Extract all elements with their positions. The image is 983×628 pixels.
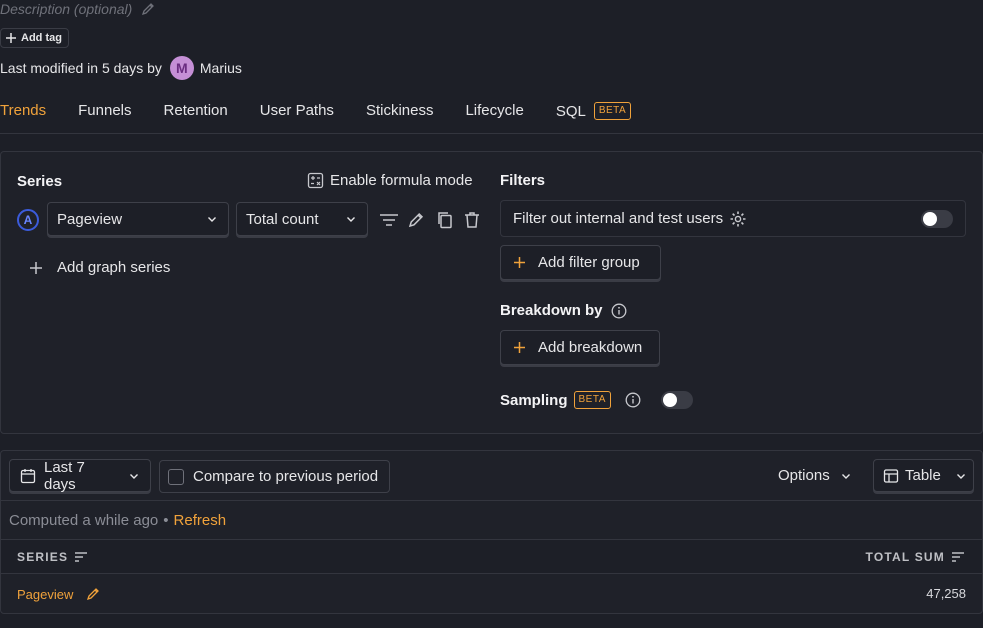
last-modified: Last modified in 5 days by M Marius bbox=[0, 56, 242, 80]
query-editor-panel: Series Enable formula mode A Pageview To… bbox=[0, 151, 983, 434]
computed-text: Computed a while ago bbox=[9, 512, 159, 529]
pencil-icon[interactable] bbox=[85, 586, 101, 602]
compare-checkbox[interactable] bbox=[168, 468, 184, 485]
delete-icon[interactable] bbox=[463, 211, 481, 229]
sampling-row: Sampling BETA bbox=[500, 391, 693, 409]
divider bbox=[1, 500, 982, 501]
filter-icon[interactable] bbox=[379, 212, 399, 228]
add-filter-group-button[interactable]: Add filter group bbox=[500, 245, 661, 280]
add-graph-series-label: Add graph series bbox=[57, 259, 171, 276]
tab-retention[interactable]: Retention bbox=[164, 96, 228, 119]
breakdown-header: Breakdown by bbox=[500, 302, 627, 319]
plus-icon bbox=[513, 341, 526, 354]
compare-toggle[interactable]: Compare to previous period bbox=[159, 460, 390, 493]
modified-text: Last modified in 5 days by bbox=[0, 60, 162, 76]
chevron-down-icon bbox=[206, 213, 218, 225]
add-breakdown-label: Add breakdown bbox=[538, 339, 643, 356]
internal-users-filter: Filter out internal and test users bbox=[500, 200, 966, 237]
results-panel: Last 7 days Compare to previous period O… bbox=[0, 450, 983, 614]
add-filter-group-label: Add filter group bbox=[538, 254, 640, 271]
add-graph-series-button[interactable]: Add graph series bbox=[29, 259, 170, 276]
series-name-link[interactable]: Pageview bbox=[17, 587, 73, 602]
status-separator: • bbox=[163, 512, 169, 529]
calendar-icon bbox=[20, 468, 36, 484]
beta-badge: BETA bbox=[573, 391, 611, 409]
sampling-toggle[interactable] bbox=[660, 391, 693, 409]
table-header: SERIES TOTAL SUM bbox=[1, 540, 982, 574]
plus-icon bbox=[513, 256, 526, 269]
plus-icon bbox=[5, 32, 17, 44]
info-icon[interactable] bbox=[611, 303, 627, 319]
date-range-value: Last 7 days bbox=[44, 458, 85, 493]
compare-label: Compare to previous period bbox=[193, 468, 379, 485]
display-type-value: Table bbox=[905, 467, 941, 484]
add-tag-button[interactable]: Add tag bbox=[0, 28, 69, 48]
computed-status: Computed a while ago • Refresh bbox=[9, 512, 226, 529]
modified-by-name: Marius bbox=[199, 60, 242, 76]
series-cell: Pageview bbox=[17, 586, 101, 602]
filters-title: Filters bbox=[500, 172, 546, 189]
internal-users-toggle[interactable] bbox=[921, 209, 953, 228]
event-select[interactable]: Pageview bbox=[47, 202, 229, 236]
math-select[interactable]: Total count bbox=[236, 202, 368, 236]
display-type-select[interactable]: Table bbox=[873, 459, 974, 492]
description-field[interactable]: Description (optional) bbox=[0, 1, 156, 17]
duplicate-icon[interactable] bbox=[435, 211, 455, 229]
chevron-down-icon bbox=[128, 470, 140, 482]
chevron-down-icon bbox=[840, 470, 852, 482]
total-sum-cell: 47,258 bbox=[926, 586, 966, 601]
formula-mode-label: Enable formula mode bbox=[330, 172, 473, 189]
column-header-series[interactable]: SERIES bbox=[17, 550, 88, 564]
chevron-down-icon bbox=[345, 213, 357, 225]
refresh-link[interactable]: Refresh bbox=[174, 512, 227, 529]
tab-sql-label: SQL bbox=[555, 102, 586, 120]
series-letter-badge: A bbox=[17, 209, 39, 231]
options-menu[interactable]: Options bbox=[778, 467, 852, 484]
gear-icon[interactable] bbox=[729, 210, 747, 228]
chevron-down-icon bbox=[955, 470, 967, 482]
add-tag-label: Add tag bbox=[21, 32, 62, 44]
column-header-total-sum-label: TOTAL SUM bbox=[865, 550, 945, 564]
pencil-icon[interactable] bbox=[140, 1, 156, 17]
column-header-total-sum[interactable]: TOTAL SUM bbox=[866, 550, 965, 564]
formula-mode-toggle[interactable]: Enable formula mode bbox=[307, 172, 473, 189]
insight-type-tabs: Trends Funnels Retention User Paths Stic… bbox=[0, 96, 983, 134]
info-icon[interactable] bbox=[625, 392, 641, 408]
description-placeholder: Description (optional) bbox=[0, 1, 133, 17]
tab-lifecycle[interactable]: Lifecycle bbox=[465, 96, 523, 119]
event-select-value: Pageview bbox=[57, 210, 123, 228]
options-label: Options bbox=[778, 467, 830, 484]
tab-user-paths[interactable]: User Paths bbox=[260, 96, 334, 119]
sort-icon bbox=[74, 551, 88, 563]
tab-stickiness[interactable]: Stickiness bbox=[366, 96, 434, 119]
beta-badge: BETA bbox=[593, 102, 632, 120]
tab-sql[interactable]: SQL BETA bbox=[555, 96, 632, 120]
table-row: Pageview 47,258 bbox=[1, 574, 982, 613]
add-breakdown-button[interactable]: Add breakdown bbox=[500, 330, 660, 365]
internal-users-filter-label: Filter out internal and test users bbox=[513, 210, 724, 227]
series-title: Series bbox=[17, 173, 63, 190]
tab-trends[interactable]: Trends bbox=[0, 96, 46, 119]
math-select-value: Total count bbox=[246, 210, 319, 228]
sort-icon bbox=[951, 551, 965, 563]
sampling-title: Sampling bbox=[500, 391, 568, 409]
calculator-icon bbox=[307, 172, 324, 189]
breakdown-title: Breakdown by bbox=[500, 302, 603, 319]
plus-icon bbox=[29, 261, 43, 275]
rename-icon[interactable] bbox=[407, 211, 427, 229]
date-range-select[interactable]: Last 7 days bbox=[9, 458, 151, 493]
column-header-series-label: SERIES bbox=[17, 550, 69, 564]
avatar[interactable]: M bbox=[169, 56, 194, 80]
table-icon bbox=[883, 468, 899, 484]
tab-funnels[interactable]: Funnels bbox=[78, 96, 131, 119]
